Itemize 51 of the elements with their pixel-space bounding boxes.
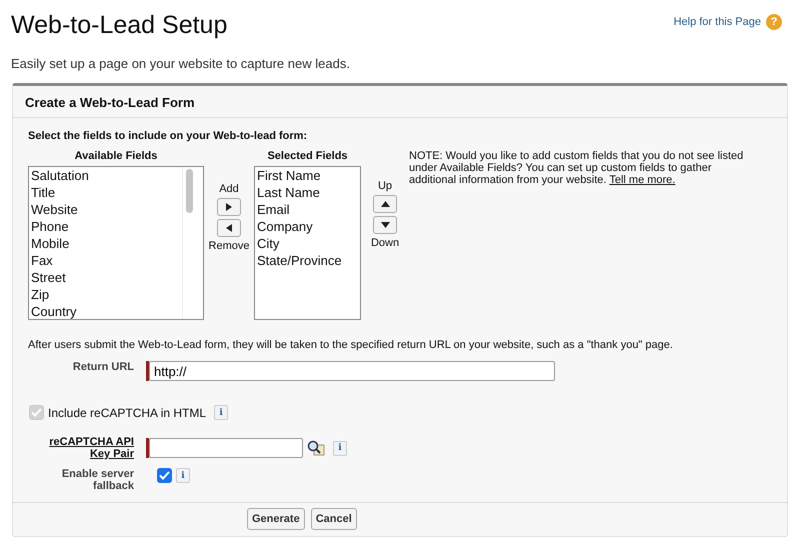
- help-link[interactable]: Help for this Page: [674, 16, 761, 28]
- list-item[interactable]: Salutation: [31, 167, 180, 184]
- lookup-icon[interactable]: [307, 440, 325, 456]
- remove-label: Remove: [208, 240, 250, 252]
- tell-me-more-link[interactable]: Tell me more.: [609, 174, 676, 186]
- list-item[interactable]: State/Province: [257, 252, 358, 269]
- generate-button[interactable]: Generate: [247, 508, 305, 530]
- field-label: Enable server fallback: [60, 468, 134, 492]
- list-item[interactable]: Street: [31, 269, 180, 286]
- down-label: Down: [370, 237, 400, 249]
- info-icon[interactable]: i: [176, 468, 190, 483]
- list-item[interactable]: Email: [257, 201, 358, 218]
- cancel-button[interactable]: Cancel: [310, 508, 357, 530]
- list-item[interactable]: City: [257, 235, 358, 252]
- list-item[interactable]: Country: [31, 303, 180, 320]
- list-heading: Selected Fields: [267, 150, 348, 162]
- list-item[interactable]: Website: [31, 201, 180, 218]
- key-pair-label-link[interactable]: reCAPTCHA API Key Pair: [28, 436, 134, 460]
- remove-button[interactable]: [217, 219, 241, 237]
- note-text: NOTE: Would you like to add custom fields that you do not see listed under Available Fields? You can set up custom fields to gather additional information from your website. Tell me more.: [409, 150, 744, 186]
- list-item[interactable]: First Name: [257, 167, 358, 184]
- move-up-button[interactable]: [373, 195, 397, 213]
- info-icon[interactable]: i: [333, 440, 347, 456]
- selected-fields-list[interactable]: First Name Last Name Email Company City State/Province: [254, 166, 361, 320]
- list-item[interactable]: Company: [257, 218, 358, 235]
- panel-title: Create a Web-to-Lead Form: [25, 95, 195, 110]
- list-item[interactable]: Last Name: [257, 184, 358, 201]
- list-item[interactable]: Title: [31, 184, 180, 201]
- list-item[interactable]: Zip: [31, 286, 180, 303]
- available-fields-list[interactable]: Salutation Title Website Phone Mobile Fax Street Zip Country: [28, 166, 204, 320]
- add-button[interactable]: [217, 198, 241, 216]
- up-arrow-icon: [380, 201, 390, 207]
- checkbox-label: Include reCAPTCHA in HTML: [48, 406, 206, 420]
- list-heading: Available Fields: [74, 150, 158, 162]
- field-label: Return URL: [72, 361, 134, 373]
- key-pair-field[interactable]: [149, 438, 303, 458]
- list-item[interactable]: Phone: [31, 218, 180, 235]
- right-arrow-icon: [226, 203, 232, 211]
- left-arrow-icon: [226, 224, 232, 232]
- page-title: Web-to-Lead Setup: [11, 10, 228, 40]
- move-down-button[interactable]: [373, 216, 397, 234]
- return-url-field[interactable]: http://: [149, 361, 555, 381]
- page-description: Easily set up a page on your website to capture new leads.: [11, 56, 351, 71]
- return-url-info: After users submit the Web-to-Lead form, they will be taken to the specified return URL on your website, such as a "thank you" page.: [28, 339, 674, 351]
- add-label: Add: [219, 183, 239, 195]
- down-arrow-icon: [380, 222, 390, 228]
- instruction-text: Select the fields to include on your Web-to-lead form:: [28, 130, 308, 142]
- up-label: Up: [378, 180, 392, 192]
- checkbox[interactable]: [157, 468, 172, 483]
- list-item[interactable]: Mobile: [31, 235, 180, 252]
- list-item[interactable]: Fax: [31, 252, 180, 269]
